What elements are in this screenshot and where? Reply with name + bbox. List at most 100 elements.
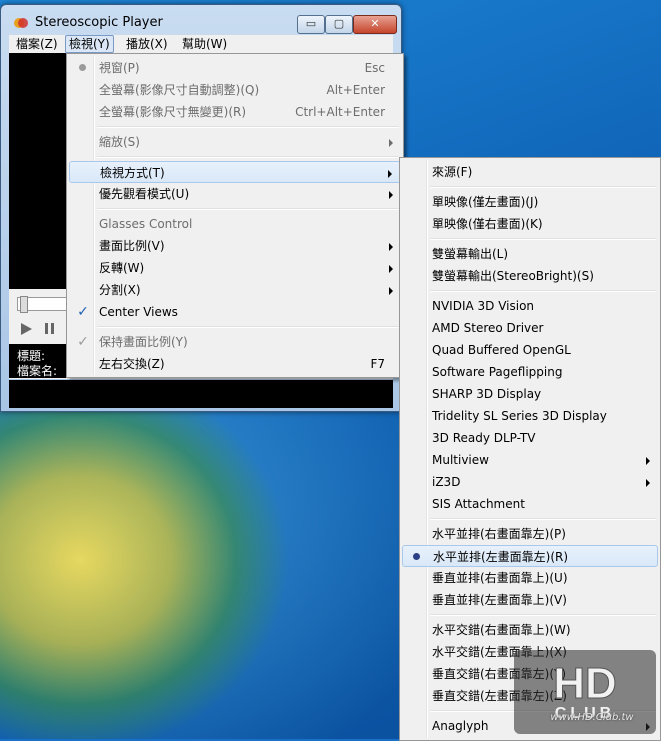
menu-item-label: 來源(F) (432, 165, 473, 179)
menu-item-label: NVIDIA 3D Vision (432, 299, 535, 313)
menu-item-label: AMD Stereo Driver (432, 321, 544, 335)
menu-file[interactable]: 檔案(Z) (13, 36, 61, 52)
menu-item-label: iZ3D (432, 475, 461, 489)
view-menu-item: ✓ 保持畫面比例(Y) (69, 331, 401, 353)
view-menu-item[interactable]: ✓ Center Views (69, 301, 401, 323)
view-menu-item[interactable]: 反轉(W) (69, 257, 401, 279)
radio-dot-icon (413, 553, 420, 560)
submenu-arrow-icon (646, 457, 650, 465)
close-button[interactable]: ✕ (353, 15, 397, 34)
view-mode-item[interactable]: 3D Ready DLP-TV (402, 427, 658, 449)
menu-item-label: 保持畫面比例(Y) (99, 335, 188, 349)
menu-item-label: Multiview (432, 453, 489, 467)
menu-item-label: 垂直並排(左畫面靠上)(V) (432, 593, 567, 607)
view-mode-item[interactable]: iZ3D (402, 471, 658, 493)
submenu-arrow-icon (389, 287, 393, 295)
menu-item-label: 水平並排(左畫面靠左)(R) (433, 550, 569, 564)
menu-separator (97, 326, 399, 328)
view-mode-item[interactable]: Software Pageflipping (402, 361, 658, 383)
view-mode-item[interactable]: AMD Stereo Driver (402, 317, 658, 339)
menu-separator (430, 614, 656, 616)
minimize-button[interactable]: ▭ (297, 15, 325, 34)
view-mode-item[interactable]: 水平並排(右畫面靠左)(P) (402, 523, 658, 545)
menu-item-label: 水平交錯(右畫面靠上)(W) (432, 623, 571, 637)
submenu-arrow-icon (388, 170, 392, 178)
title-bar[interactable]: Stereoscopic Player ▭ ▢ ✕ (7, 9, 397, 34)
menu-item-label: 畫面比例(V) (99, 239, 165, 253)
menu-separator (97, 156, 399, 158)
menu-item-label: 分割(X) (99, 283, 141, 297)
menu-item-label: 優先觀看模式(U) (99, 187, 190, 201)
menu-item-label: 雙螢幕輸出(L) (432, 247, 509, 261)
menu-item-label: 水平並排(右畫面靠左)(P) (432, 527, 566, 541)
view-menu-item: 縮放(S) (69, 131, 401, 153)
view-menu-item[interactable]: 檢視方式(T) (69, 161, 401, 183)
menu-item-shortcut: Esc (364, 61, 385, 75)
menu-separator (430, 518, 656, 520)
submenu-arrow-icon (389, 243, 393, 251)
view-menu-item[interactable]: 左右交換(Z) F7 (69, 353, 401, 375)
app-icon (14, 18, 28, 28)
menu-separator (97, 126, 399, 128)
menu-separator (430, 186, 656, 188)
status-bar (9, 380, 393, 408)
view-mode-item[interactable]: SHARP 3D Display (402, 383, 658, 405)
view-mode-item[interactable]: 來源(F) (402, 161, 658, 183)
view-mode-item[interactable]: 雙螢幕輸出(StereoBright)(S) (402, 265, 658, 287)
menu-separator (97, 208, 399, 210)
watermark-url: www.HD.Club.tw (550, 712, 634, 723)
maximize-button[interactable]: ▢ (325, 15, 353, 34)
view-menu-item: Glasses Control (69, 213, 401, 235)
view-mode-item[interactable]: Tridelity SL Series 3D Display (402, 405, 658, 427)
menu-item-label: Tridelity SL Series 3D Display (432, 409, 607, 423)
view-mode-item[interactable]: 雙螢幕輸出(L) (402, 243, 658, 265)
window-title: Stereoscopic Player (35, 15, 163, 30)
checkmark-icon: ✓ (77, 334, 89, 350)
seek-thumb[interactable] (20, 296, 28, 313)
menu-item-label: 左右交換(Z) (99, 357, 165, 371)
view-menu-item[interactable]: 優先觀看模式(U) (69, 183, 401, 205)
view-mode-item[interactable]: 單映像(僅左畫面)(J) (402, 191, 658, 213)
view-mode-item[interactable]: SIS Attachment (402, 493, 658, 515)
menu-item-label: 單映像(僅左畫面)(J) (432, 195, 539, 209)
seek-slider[interactable] (17, 296, 71, 313)
menu-bar: 檔案(Z) 檢視(Y) 播放(X) 幫助(W) (9, 35, 393, 53)
menu-item-label: 雙螢幕輸出(StereoBright)(S) (432, 269, 594, 283)
view-mode-item[interactable]: 單映像(僅右畫面)(K) (402, 213, 658, 235)
menu-item-label: 反轉(W) (99, 261, 145, 275)
svg-text:HD: HD (553, 659, 617, 708)
menu-item-label: 3D Ready DLP-TV (432, 431, 536, 445)
view-menu-item[interactable]: 分割(X) (69, 279, 401, 301)
menu-separator (430, 238, 656, 240)
view-mode-item[interactable]: 水平並排(左畫面靠左)(R) (402, 545, 658, 567)
checkmark-icon: ✓ (77, 304, 89, 320)
view-menu-item: 全螢幕(影像尺寸自動調整)(Q) Alt+Enter (69, 79, 401, 101)
view-mode-item[interactable]: 垂直並排(左畫面靠上)(V) (402, 589, 658, 611)
menu-play[interactable]: 播放(X) (123, 36, 171, 52)
view-mode-item[interactable]: Multiview (402, 449, 658, 471)
play-icon[interactable] (21, 323, 32, 335)
menu-help[interactable]: 幫助(W) (179, 36, 230, 52)
menu-item-label: 檢視方式(T) (100, 166, 165, 180)
menu-view[interactable]: 檢視(Y) (65, 35, 114, 53)
menu-item-label: Quad Buffered OpenGL (432, 343, 571, 357)
menu-separator (430, 290, 656, 292)
view-menu: 視窗(P) Esc 全螢幕(影像尺寸自動調整)(Q) Alt+Enter 全螢幕(影像尺… (66, 53, 404, 378)
view-mode-item[interactable]: NVIDIA 3D Vision (402, 295, 658, 317)
view-menu-item: 視窗(P) Esc (69, 57, 401, 79)
menu-item-label: Anaglyph (432, 719, 489, 733)
view-mode-item[interactable]: 水平交錯(右畫面靠上)(W) (402, 619, 658, 641)
submenu-arrow-icon (389, 191, 393, 199)
view-menu-item: 全螢幕(影像尺寸無變更)(R) Ctrl+Alt+Enter (69, 101, 401, 123)
menu-item-label: 單映像(僅右畫面)(K) (432, 217, 543, 231)
view-mode-item[interactable]: Quad Buffered OpenGL (402, 339, 658, 361)
menu-item-label: Glasses Control (99, 217, 193, 231)
submenu-arrow-icon (389, 265, 393, 273)
menu-item-label: SIS Attachment (432, 497, 525, 511)
view-menu-item[interactable]: 畫面比例(V) (69, 235, 401, 257)
view-mode-item[interactable]: 垂直並排(右畫面靠上)(U) (402, 567, 658, 589)
pause-icon[interactable] (45, 323, 54, 334)
menu-item-label: Center Views (99, 305, 178, 319)
submenu-arrow-icon (389, 139, 393, 147)
menu-item-label: 視窗(P) (99, 61, 140, 75)
